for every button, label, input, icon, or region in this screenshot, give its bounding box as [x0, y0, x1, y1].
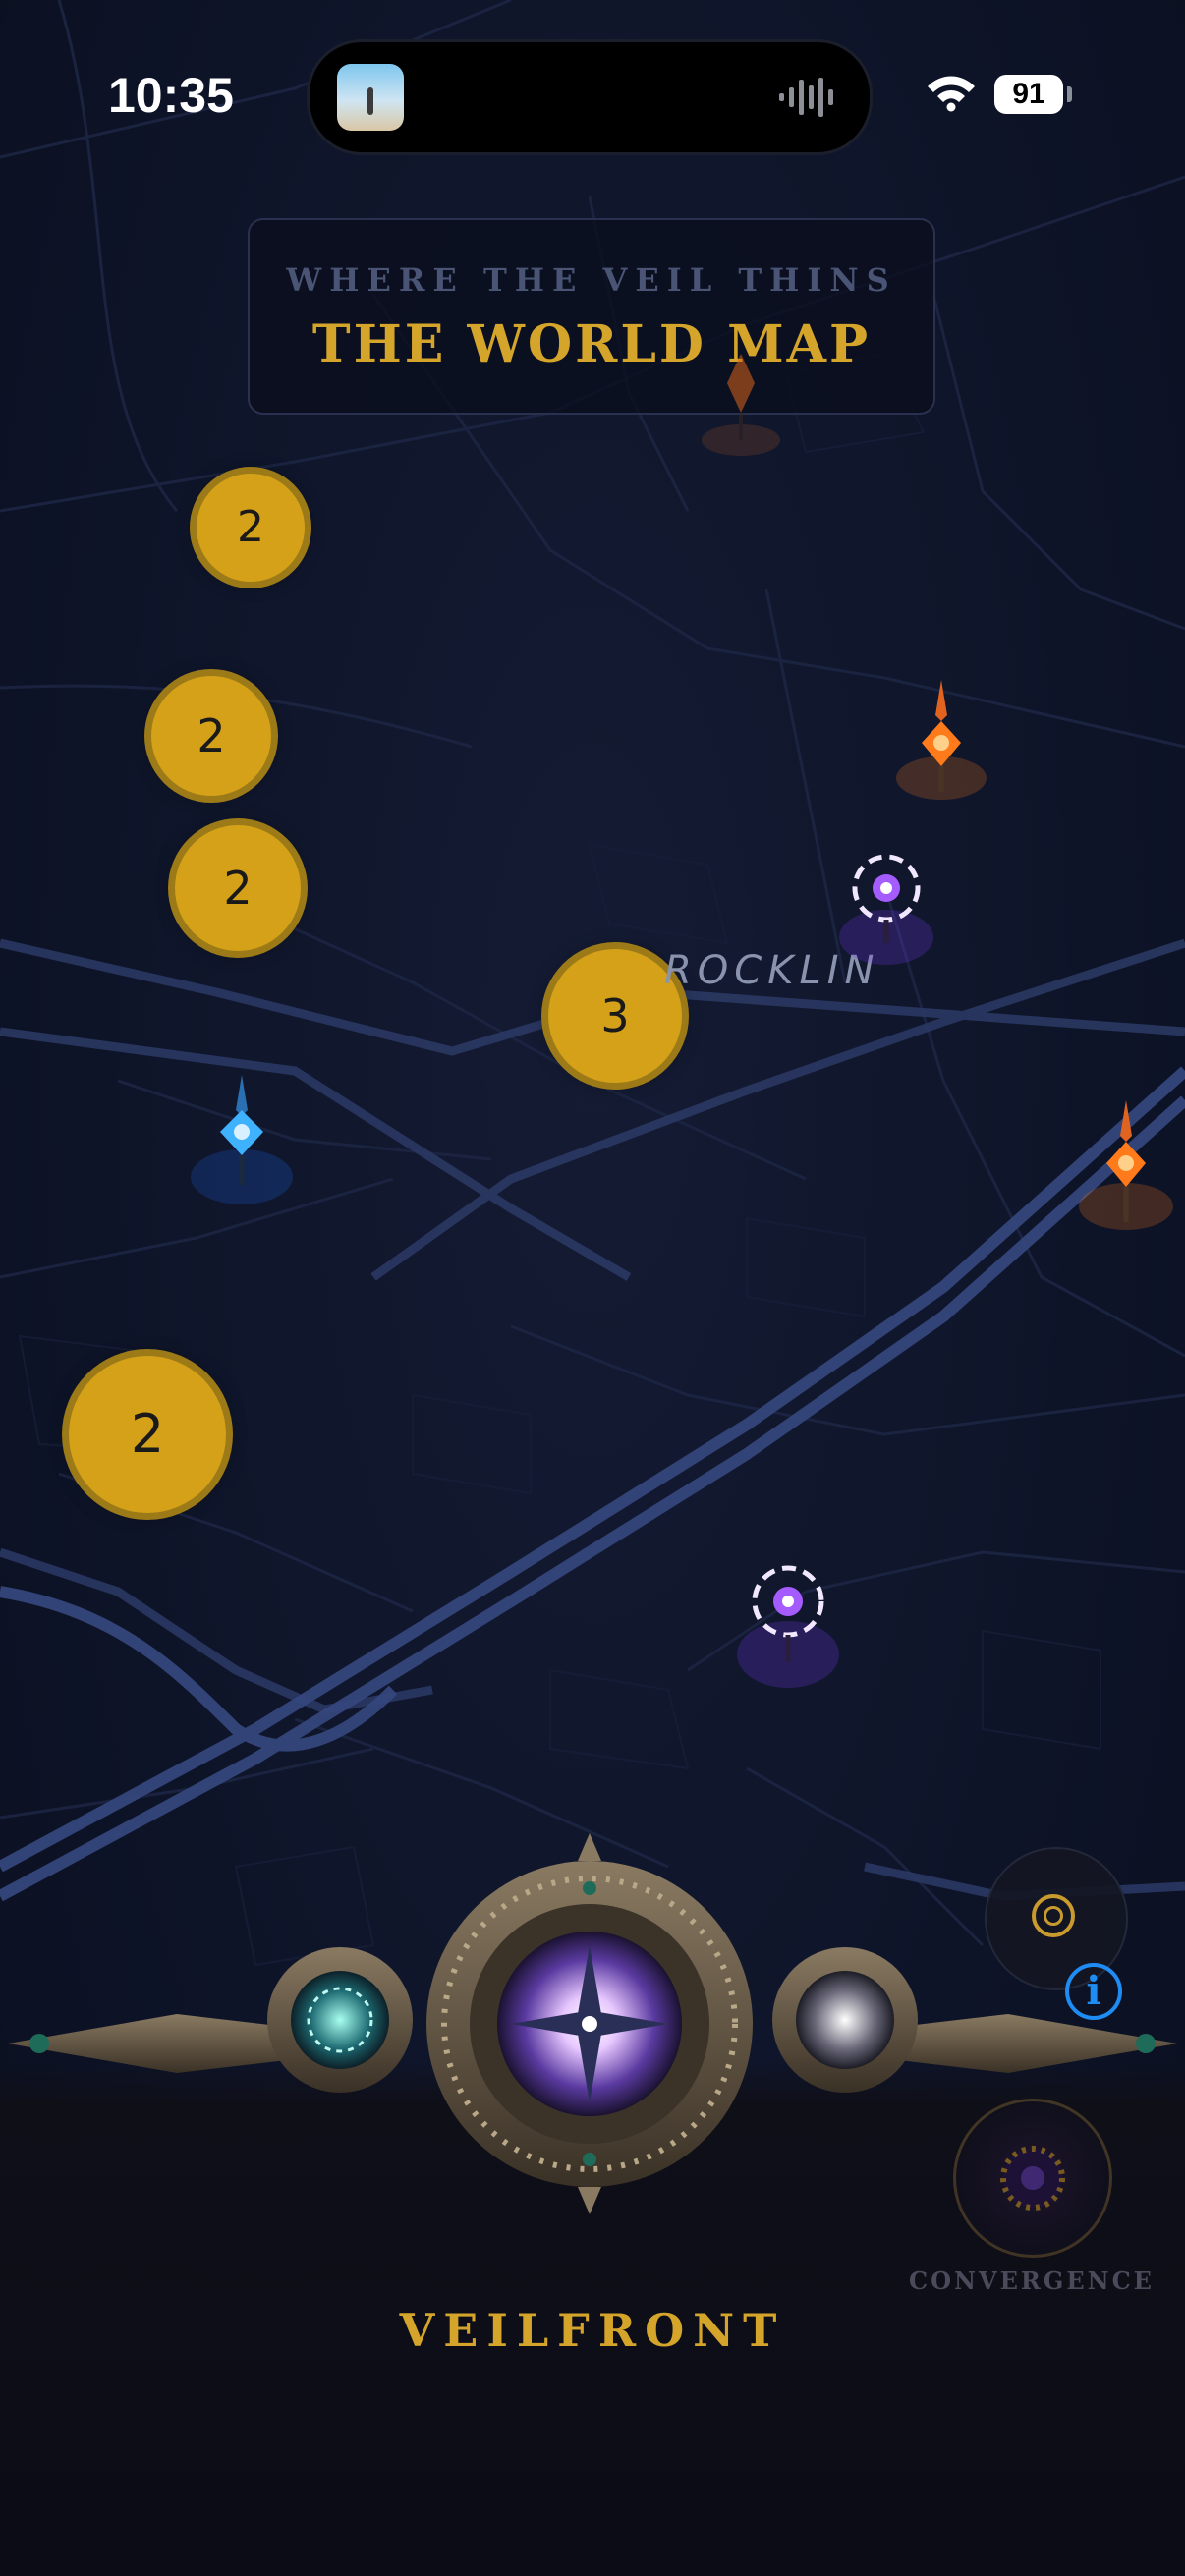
- waveform-icon: [779, 78, 833, 117]
- cluster-count: 2: [197, 709, 226, 762]
- orange-crystal-pin[interactable]: [882, 676, 1000, 843]
- cluster-marker[interactable]: 2: [175, 825, 301, 951]
- cluster-count: 2: [223, 862, 253, 915]
- banner-subtitle: WHERE THE VEIL THINS: [286, 261, 897, 299]
- now-playing-thumbnail[interactable]: [337, 64, 404, 131]
- info-button[interactable]: i: [1065, 1963, 1122, 2020]
- convergence-label: CONVERGENCE: [909, 2267, 1155, 2295]
- cluster-count: 2: [130, 1403, 165, 1465]
- cluster-marker[interactable]: 2: [197, 474, 305, 582]
- cluster-count: 2: [237, 502, 264, 552]
- convergence-icon: [1000, 2146, 1065, 2211]
- status-time: 10:35: [108, 68, 234, 123]
- cluster-count: 3: [600, 989, 630, 1042]
- blue-crystal-pin[interactable]: [183, 1071, 301, 1238]
- dock-title: VEILFRONT: [399, 2304, 786, 2357]
- title-banner: WHERE THE VEIL THINS THE WORLD MAP: [248, 218, 935, 415]
- cluster-marker[interactable]: 3: [548, 949, 682, 1083]
- target-icon: [1032, 1894, 1075, 1937]
- battery-icon: 91: [994, 75, 1063, 114]
- cluster-marker[interactable]: 2: [69, 1356, 226, 1513]
- purple-portal-pin[interactable]: [827, 835, 945, 1002]
- convergence-button[interactable]: [953, 2099, 1112, 2258]
- battery-nub: [1067, 86, 1072, 102]
- dynamic-island[interactable]: [307, 39, 873, 155]
- banner-title: THE WORLD MAP: [311, 314, 872, 374]
- purple-portal-pin[interactable]: [729, 1544, 847, 1711]
- wifi-icon: [928, 76, 975, 112]
- cluster-marker[interactable]: 2: [151, 676, 271, 796]
- orange-crystal-pin[interactable]: [682, 334, 800, 501]
- orange-crystal-pin[interactable]: [1067, 1096, 1185, 1263]
